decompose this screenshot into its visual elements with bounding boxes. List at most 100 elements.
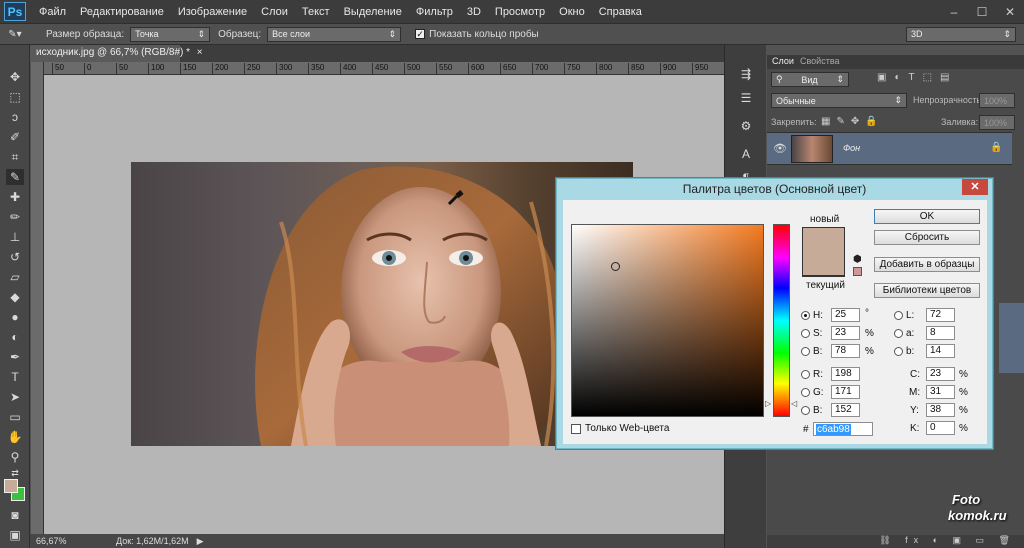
b-field[interactable]: 78 [831,344,860,358]
eyedropper-tool-preset-icon[interactable]: ✎▾ [0,29,30,40]
c-field[interactable]: 23 [926,367,955,381]
blend-mode-select[interactable]: Обычные ⇕ [771,93,907,108]
document-tab[interactable]: исходник.jpg @ 66,7% (RGB/8#) * × [30,45,203,62]
menu-layers[interactable]: Слои [254,6,295,18]
history-panel-icon[interactable]: ⇶ [736,65,756,83]
color-marker[interactable] [611,262,621,272]
opacity-field[interactable]: 100% [979,93,1015,108]
lock-icons[interactable]: ▦✎✥🔒 [821,116,884,127]
menu-3d[interactable]: 3D [460,6,488,18]
type-tool-icon[interactable]: T [6,369,24,385]
healing-brush-tool-icon[interactable]: ✚ [6,189,24,205]
zoom-tool-icon[interactable]: ⚲ [6,449,24,465]
rectangle-tool-icon[interactable]: ▭ [6,409,24,425]
web-safe-swatch[interactable] [853,267,862,276]
s-radio[interactable] [801,329,810,338]
h-field[interactable]: 25 [831,308,860,322]
menu-select[interactable]: Выделение [337,6,409,18]
hue-slider[interactable] [773,224,790,417]
layer-kind-select[interactable]: ⚲ Вид ⇕ [771,72,849,87]
workspace-select[interactable]: 3D ⇕ [906,26,1016,42]
eraser-tool-icon[interactable]: ▱ [6,269,24,285]
screen-mode-icon[interactable]: ▣ [6,527,24,543]
lasso-tool-icon[interactable]: ↄ [6,109,24,125]
brush-tool-icon[interactable]: ✏ [6,209,24,225]
menu-help[interactable]: Справка [592,6,649,18]
saturation-brightness-field[interactable] [571,224,764,417]
a-field[interactable]: 8 [926,326,955,340]
web-colors-checkbox[interactable] [571,424,581,434]
close-tab-icon[interactable]: × [197,47,203,58]
character-panel-icon[interactable]: A [736,145,756,163]
m-field[interactable]: 31 [926,385,955,399]
clone-stamp-tool-icon[interactable]: ⊥ [6,229,24,245]
fill-field[interactable]: 100% [979,115,1015,130]
layer-filter-icons[interactable]: ▣◐T⬚▤ [877,72,958,83]
tab-properties[interactable]: Свойства [800,56,840,66]
sample-select[interactable]: Все слои ⇕ [267,26,402,42]
h-radio[interactable] [801,311,810,320]
hue-slider-left-arrow-icon[interactable]: ▷ [765,399,771,408]
layer-row[interactable]: 👁 Фон 🔒 [767,132,1012,165]
maximize-button[interactable]: ☐ [968,2,996,22]
zoom-level[interactable]: 66,67% [36,536,96,546]
menu-filter[interactable]: Фильтр [409,6,460,18]
b-radio[interactable] [801,347,810,356]
actions-panel-icon[interactable]: ☰ [736,89,756,107]
blue-radio[interactable] [801,406,810,415]
show-ring-label: Показать кольцо пробы [429,28,539,40]
sample-size-select[interactable]: Точка ⇕ [130,26,211,42]
minimize-button[interactable]: – [940,2,968,22]
status-arrow-icon[interactable]: ▶ [197,536,204,547]
s-field[interactable]: 23 [831,326,860,340]
y-field[interactable]: 38 [926,403,955,417]
pen-tool-icon[interactable]: ✒ [6,349,24,365]
quick-mask-icon[interactable]: ◙ [6,507,24,523]
foreground-color-swatch[interactable] [4,479,18,493]
close-window-button[interactable]: ✕ [996,2,1024,22]
g-radio[interactable] [801,388,810,397]
tab-layers[interactable]: Слои [772,56,794,66]
color-libraries-button[interactable]: Библиотеки цветов [874,283,980,298]
current-color-swatch[interactable] [802,275,845,277]
ok-button[interactable]: OK [874,209,980,224]
l-field[interactable]: 72 [926,308,955,322]
move-tool-icon[interactable]: ✥ [6,69,24,85]
show-ring-checkbox[interactable]: ✓ [415,29,426,39]
menu-edit[interactable]: Редактирование [73,6,171,18]
r-field[interactable]: 198 [831,367,860,381]
lab-b-field[interactable]: 14 [926,344,955,358]
opacity-label: Непрозрачность: [913,95,984,105]
blue-field[interactable]: 152 [831,403,860,417]
lab-b-radio[interactable] [894,347,903,356]
r-radio[interactable] [801,370,810,379]
history-brush-tool-icon[interactable]: ↺ [6,249,24,265]
paint-bucket-tool-icon[interactable]: ◆ [6,289,24,305]
menu-type[interactable]: Текст [295,6,337,18]
menu-view[interactable]: Просмотр [488,6,552,18]
blur-tool-icon[interactable]: ● [6,309,24,325]
eyedropper-tool-icon[interactable]: ✎ [6,169,24,185]
layers-footer-icons[interactable]: ⛓ fx ◐ ▣ ▭ 🗑 [767,535,1024,548]
a-radio[interactable] [894,329,903,338]
menu-window[interactable]: Окно [552,6,592,18]
g-field[interactable]: 171 [831,385,860,399]
adjustments-panel-icon[interactable]: ⚙ [736,117,756,135]
hand-tool-icon[interactable]: ✋ [6,429,24,445]
reset-button[interactable]: Сбросить [874,230,980,245]
dodge-tool-icon[interactable]: ◐ [6,329,24,345]
quick-select-tool-icon[interactable]: ✐ [6,129,24,145]
k-field[interactable]: 0 [926,421,955,435]
menu-image[interactable]: Изображение [171,6,254,18]
dialog-close-button[interactable]: ✕ [962,179,988,195]
add-to-swatches-button[interactable]: Добавить в образцы [874,257,980,272]
path-selection-tool-icon[interactable]: ➤ [6,389,24,405]
hue-slider-right-arrow-icon[interactable]: ◁ [791,399,797,408]
hex-field[interactable]: c6ab98 [813,422,873,436]
eye-icon[interactable]: 👁 [773,142,787,155]
l-radio[interactable] [894,311,903,320]
cube-warning-icon[interactable]: ⬢ [853,254,862,265]
crop-tool-icon[interactable]: ⌗ [6,149,24,165]
menu-file[interactable]: Файл [32,6,73,18]
marquee-tool-icon[interactable]: ⬚ [6,89,24,105]
